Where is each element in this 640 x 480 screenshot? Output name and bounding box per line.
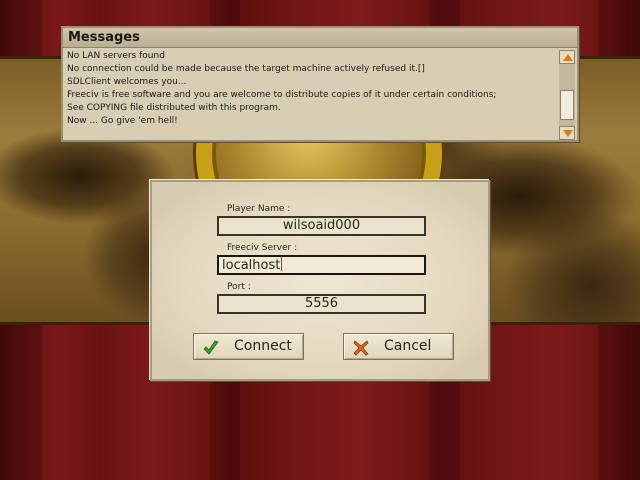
cancel-button[interactable]: Cancel [343,333,454,360]
scroll-up-button[interactable] [559,50,575,64]
checkmark-icon [203,340,219,355]
port-value: 5556 [304,296,339,311]
player-name-label: Player Name : [227,204,291,214]
player-name-field[interactable]: wilsoaid000 [217,216,426,236]
cancel-label: Cancel [384,338,432,354]
connect-button[interactable]: Connect [193,333,304,360]
text-caret [281,257,283,271]
messages-log: No LAN servers found No connection could… [67,50,557,140]
connect-label: Connect [234,338,292,354]
connect-dialog: Player Name : wilsoaid000 Freeciv Server… [150,180,490,381]
port-label: Port : [227,282,251,292]
arrow-up-icon [563,54,573,61]
message-line: Freeciv is free software and you are wel… [67,90,497,100]
server-value: localhost [222,258,281,273]
message-line: No LAN servers found [67,51,165,61]
messages-scrollbar[interactable] [559,50,575,140]
message-line: SDLClient welcomes you... [67,77,187,87]
player-name-value: wilsoaid000 [282,218,361,233]
messages-title[interactable]: Messages [63,28,577,48]
scroll-thumb[interactable] [560,90,574,120]
arrow-down-icon [563,130,573,137]
message-line: See COPYING file distributed with this p… [67,103,281,113]
server-label: Freeciv Server : [227,243,298,253]
cross-icon [353,340,369,356]
message-line: No connection could be made because the … [67,64,425,74]
server-field[interactable]: localhost [217,255,426,275]
message-line: Now ... Go give 'em hell! [67,116,178,126]
port-field[interactable]: 5556 [217,294,426,314]
messages-window: Messages No LAN servers found No connect… [61,26,579,142]
scroll-down-button[interactable] [559,126,575,140]
